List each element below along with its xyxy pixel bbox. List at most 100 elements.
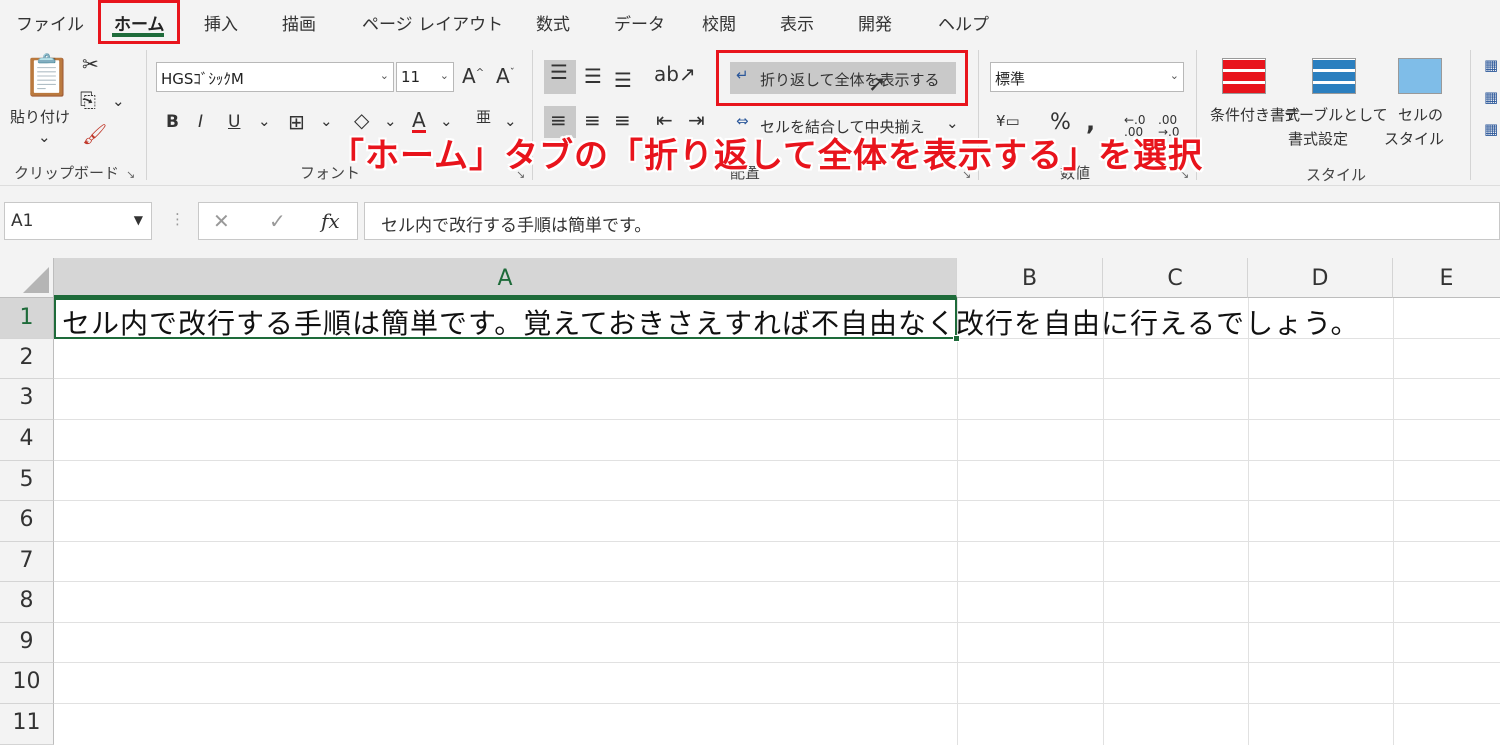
gridline xyxy=(1103,298,1104,745)
fill-dropdown-icon[interactable]: ⌄ xyxy=(384,114,397,129)
paste-button-label[interactable]: 貼り付け xyxy=(10,106,70,127)
tab-developer[interactable]: 開発 xyxy=(858,10,892,35)
gridline xyxy=(54,378,1500,379)
column-header-d[interactable]: D xyxy=(1248,258,1393,298)
gridline xyxy=(54,622,1500,623)
tab-data[interactable]: データ xyxy=(614,10,665,35)
column-header-e[interactable]: E xyxy=(1393,258,1500,298)
clipboard-launcher-icon[interactable]: ↘ xyxy=(126,168,135,181)
number-format-value: 標準 xyxy=(995,70,1026,88)
borders-icon[interactable]: ⊞ xyxy=(288,112,305,132)
fill-handle[interactable] xyxy=(953,335,960,342)
row-header-2[interactable]: 2 xyxy=(0,339,54,379)
name-box-value: A1 xyxy=(11,211,34,231)
decrease-indent-icon[interactable]: ⇤ xyxy=(656,110,673,130)
column-header-a[interactable]: A xyxy=(54,258,957,298)
paste-dropdown-icon[interactable]: ⌄ xyxy=(38,130,51,145)
tab-page-layout[interactable]: ページ レイアウト xyxy=(362,10,503,35)
borders-dropdown-icon[interactable]: ⌄ xyxy=(320,114,333,129)
align-left-icon[interactable]: ≡ xyxy=(550,110,567,130)
insert-cells-icon[interactable]: ▦ xyxy=(1484,58,1498,73)
fill-color-icon[interactable]: ◇ xyxy=(354,110,369,130)
drag-handle-icon[interactable]: ⋮ xyxy=(170,212,185,227)
formula-input[interactable]: セル内で改行する手順は簡単です。 xyxy=(364,202,1500,240)
align-top-icon[interactable]: ☰ xyxy=(550,62,568,82)
align-right-icon[interactable]: ≡ xyxy=(614,110,631,130)
worksheet-grid: A B C D E 1 2 3 4 5 6 7 8 9 10 11 セル内で改行… xyxy=(0,258,1500,745)
cell-styles-label2[interactable]: スタイル xyxy=(1384,128,1444,149)
font-size-combo[interactable]: 11 ⌄ xyxy=(396,62,454,92)
gridline xyxy=(1248,298,1249,745)
row-header-4[interactable]: 4 xyxy=(0,420,54,461)
cancel-icon[interactable]: ✕ xyxy=(213,211,230,231)
copy-dropdown-icon[interactable]: ⌄ xyxy=(112,94,125,109)
row-header-10[interactable]: 10 xyxy=(0,663,54,704)
gridline xyxy=(54,581,1500,582)
tab-help[interactable]: ヘルプ xyxy=(938,10,989,35)
gridline xyxy=(54,419,1500,420)
row-header-9[interactable]: 9 xyxy=(0,623,54,663)
cell-styles-label1[interactable]: セルの xyxy=(1398,104,1443,125)
row-header-1[interactable]: 1 xyxy=(0,298,54,339)
ribbon-tabs: ファイル ホーム 挿入 描画 ページ レイアウト 数式 データ 校閲 表示 開発… xyxy=(0,0,1500,44)
increase-indent-icon[interactable]: ⇥ xyxy=(688,110,705,130)
tab-draw[interactable]: 描画 xyxy=(282,10,316,35)
align-bottom-icon[interactable]: ☰ xyxy=(614,70,632,90)
font-name-combo[interactable]: HGSｺﾞｼｯｸM ⌄ xyxy=(156,62,394,92)
gridline xyxy=(54,662,1500,663)
chevron-down-icon: ⌄ xyxy=(439,69,449,82)
format-as-table-label1[interactable]: テーブルとして xyxy=(1284,104,1388,125)
copy-icon[interactable]: ⎘ xyxy=(80,90,96,110)
column-header-c[interactable]: C xyxy=(1103,258,1248,298)
italic-icon[interactable]: I xyxy=(198,114,203,131)
font-color-dropdown-icon[interactable]: ⌄ xyxy=(440,114,453,129)
format-cells-icon[interactable]: ▦ xyxy=(1484,122,1498,137)
tab-file[interactable]: ファイル xyxy=(16,10,84,35)
chevron-down-icon: ▼ xyxy=(133,213,143,227)
row-header-11[interactable]: 11 xyxy=(0,704,54,745)
cut-icon[interactable]: ✂ xyxy=(82,54,99,74)
font-name-value: HGSｺﾞｼｯｸM xyxy=(161,70,244,88)
currency-icon[interactable]: ¥▭ xyxy=(996,114,1020,129)
bold-icon[interactable]: B xyxy=(166,114,179,131)
column-header-b[interactable]: B xyxy=(957,258,1103,298)
row-header-8[interactable]: 8 xyxy=(0,582,54,623)
formula-buttons: ✕ ✓ fx xyxy=(198,202,358,240)
insert-function-icon[interactable]: fx xyxy=(321,211,340,231)
phonetic-icon[interactable]: 亜 xyxy=(476,110,491,125)
font-size-value: 11 xyxy=(401,68,421,86)
increase-font-icon[interactable]: A^ xyxy=(462,66,484,86)
cell-styles-icon[interactable] xyxy=(1398,58,1442,94)
format-painter-icon[interactable]: 🖌 xyxy=(82,124,107,144)
align-middle-icon[interactable]: ☰ xyxy=(584,66,602,86)
number-format-combo[interactable]: 標準 ⌄ xyxy=(990,62,1184,92)
underline-dropdown-icon[interactable]: ⌄ xyxy=(258,114,271,129)
decrease-font-icon[interactable]: Aˇ xyxy=(496,66,515,86)
name-box[interactable]: A1 ▼ xyxy=(4,202,152,240)
tab-formulas[interactable]: 数式 xyxy=(536,10,570,35)
gridline xyxy=(957,298,958,745)
format-as-table-label2[interactable]: 書式設定 xyxy=(1288,128,1348,149)
gridline xyxy=(1393,298,1394,745)
row-header-5[interactable]: 5 xyxy=(0,461,54,501)
underline-icon[interactable]: U xyxy=(228,114,240,131)
row-header-3[interactable]: 3 xyxy=(0,379,54,420)
tab-review[interactable]: 校閲 xyxy=(702,10,736,35)
delete-cells-icon[interactable]: ▦ xyxy=(1484,90,1498,105)
separator xyxy=(146,50,147,180)
merge-center-icon[interactable]: ⇔ xyxy=(736,114,749,129)
enter-icon[interactable]: ✓ xyxy=(269,211,286,231)
orientation-icon[interactable]: ab↗ xyxy=(654,64,696,84)
gridline xyxy=(54,460,1500,461)
select-all-corner[interactable] xyxy=(0,258,54,298)
align-center-icon[interactable]: ≡ xyxy=(584,110,601,130)
conditional-format-icon[interactable] xyxy=(1222,58,1266,94)
tab-view[interactable]: 表示 xyxy=(780,10,814,35)
tab-insert[interactable]: 挿入 xyxy=(204,10,238,35)
format-as-table-icon[interactable] xyxy=(1312,58,1356,94)
row-header-7[interactable]: 7 xyxy=(0,542,54,582)
paste-icon[interactable]: 📋 xyxy=(22,56,72,96)
home-tab-highlight xyxy=(98,0,180,44)
row-header-6[interactable]: 6 xyxy=(0,501,54,542)
phonetic-dropdown-icon[interactable]: ⌄ xyxy=(504,114,517,129)
